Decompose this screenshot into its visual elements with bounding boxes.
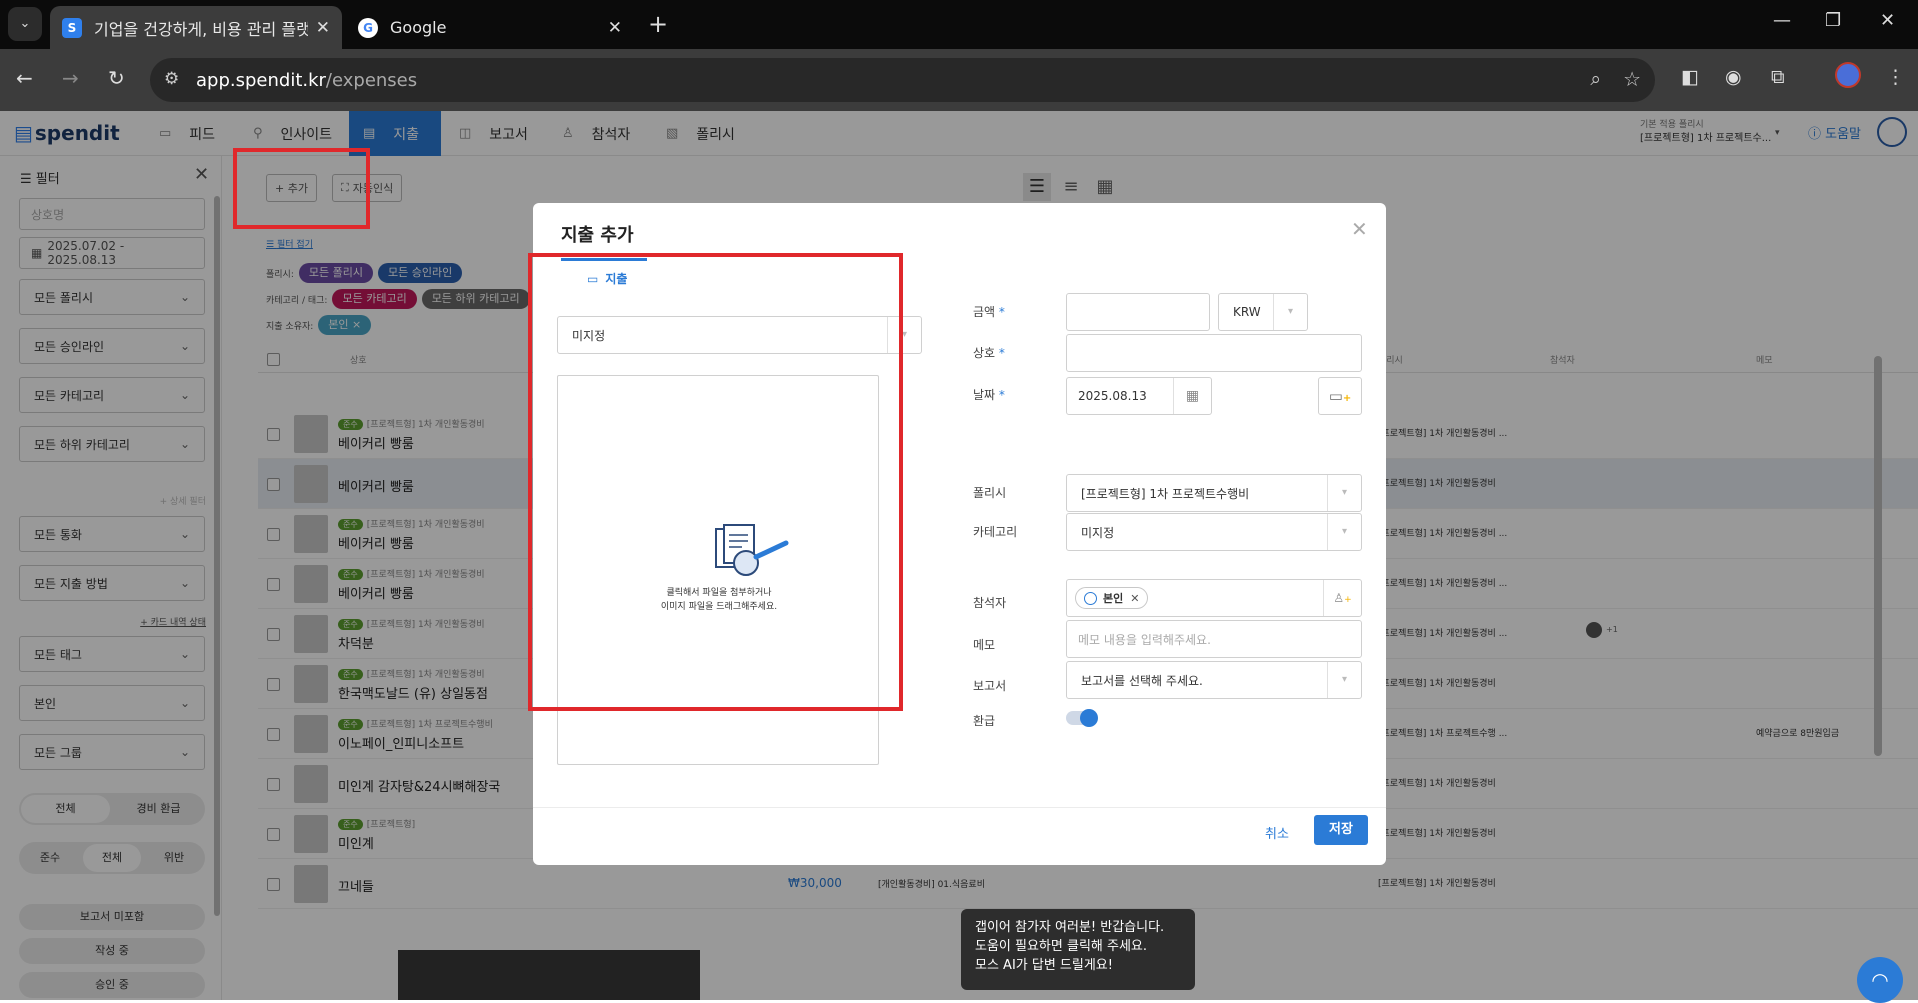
chevron-down-icon: ▾ [1327,662,1361,698]
kebab-menu-icon[interactable]: ⋮ [1886,66,1905,88]
forward-icon[interactable]: → [62,66,79,90]
url-path: /expenses [325,69,418,91]
zoom-icon[interactable]: ⌕ [1590,68,1601,90]
add-attendee-icon[interactable]: ♙+ [1323,580,1361,616]
browser-toolbar: ← → ↻ ⚙ app.spendit.kr/expenses ⌕ ☆ ◧ ◉ … [0,49,1918,111]
chat-icon[interactable]: ◠ [1857,957,1903,1003]
policy-label: 폴리시 [973,486,1007,500]
reload-icon[interactable]: ↻ [108,66,125,90]
category-value: 미지정 [1081,525,1115,540]
person-icon [1084,591,1097,605]
spendit-favicon-icon: S [62,17,82,38]
browser-tab-google[interactable]: G Google ✕ [346,6,634,49]
close-window-icon[interactable]: ✕ [1880,10,1895,31]
policy-value: [프로젝트형] 1차 프로젝트수행비 [1081,486,1250,501]
attendee-chip[interactable]: 본인 ✕ [1075,587,1149,609]
calendar-icon[interactable]: ▦ [1173,378,1211,414]
tab-search-button[interactable]: ⌄ [8,7,42,41]
back-icon[interactable]: ← [16,66,33,90]
policy-select[interactable]: [프로젝트형] 1차 프로젝트수행비 ▾ [1066,474,1362,512]
chevron-down-icon: ▾ [1327,475,1361,511]
amount-input[interactable] [1066,293,1210,331]
merchant-input[interactable] [1066,334,1362,372]
merchant-label: 상호 * [973,346,1005,360]
highlight-box-receipt [528,253,903,711]
tab-title: Google [390,18,447,37]
memo-label: 메모 [973,638,996,652]
address-bar[interactable]: ⚙ app.spendit.kr/expenses ⌕ ☆ [150,58,1655,102]
attendee-input[interactable]: 본인 ✕ ♙+ [1066,579,1362,617]
chevron-down-icon: ▾ [1327,514,1361,550]
refund-label: 환급 [973,714,996,728]
google-favicon-icon: G [358,17,378,38]
toggle-knob [1080,709,1098,727]
highlight-box-add [233,148,370,229]
browser-tab-spendit[interactable]: S 기업을 건강하게, 비용 관리 플랫폼 ✕ [50,6,342,49]
close-tab-icon[interactable]: ✕ [316,18,330,38]
save-button[interactable]: 저장 [1314,815,1368,845]
attendee-chip-label: 본인 [1103,592,1124,605]
amount-label: 금액 * [973,305,1005,319]
report-select[interactable]: 보고서를 선택해 주세요. ▾ [1066,661,1362,699]
label-text: 상호 [973,346,996,360]
cancel-button[interactable]: 취소 [1265,823,1289,842]
profile-avatar[interactable] [1835,62,1861,88]
toast-line: 도움이 필요하면 클릭해 주세요. [975,939,1148,954]
attendee-label: 참석자 [973,596,1007,610]
category-label: 카테고리 [973,525,1018,539]
currency-value: KRW [1233,305,1261,319]
date-value: 2025.08.13 [1078,389,1147,403]
toast-line: 모스 AI가 답변 드릴게요! [975,958,1113,973]
currency-select[interactable]: KRW ▾ [1218,293,1308,331]
url-host: app.spendit.kr [196,69,326,91]
bottom-banner [398,950,700,1000]
bookmark-star-icon[interactable]: ☆ [1623,67,1641,91]
add-expense-modal: 지출 추가 ✕ ▭ 지출 미지정 ▾ 클릭해서 파일을 첨부하거나 이미지 파일을… [528,203,1386,865]
report-value: 보고서를 선택해 주세요. [1081,673,1203,688]
modal-title: 지출 추가 [561,225,634,246]
close-icon[interactable]: ✕ [1351,217,1368,241]
close-tab-icon[interactable]: ✕ [608,18,622,38]
date-label: 날짜 * [973,388,1005,402]
toast-line: 갭이어 참가자 여러분! 반갑습니다. [975,920,1165,935]
remove-icon[interactable]: ✕ [1130,592,1139,605]
date-input[interactable]: 2025.08.13 ▦ [1066,377,1212,415]
chat-welcome-toast[interactable]: 갭이어 참가자 여러분! 반갑습니다. 도움이 필요하면 클릭해 주세요. 모스… [961,909,1195,990]
label-text: 날짜 [973,388,996,402]
label-text: 금액 [973,305,996,319]
add-date-icon[interactable]: ▭+ [1318,377,1362,415]
report-label: 보고서 [973,679,1007,693]
category-select[interactable]: 미지정 ▾ [1066,513,1362,551]
browser-tab-strip: ⌄ S 기업을 건강하게, 비용 관리 플랫폼 ✕ G Google ✕ + —… [0,0,1918,49]
extensions-puzzle-icon[interactable]: ⧉ [1771,66,1785,88]
extension-icon[interactable]: ◧ [1681,66,1699,88]
minimize-icon[interactable]: — [1773,10,1791,31]
modal-footer-divider [533,807,1386,808]
refund-toggle[interactable] [1066,709,1098,727]
restore-icon[interactable]: ❐ [1825,10,1841,31]
memo-input[interactable]: 메모 내용을 입력해주세요. [1066,620,1362,658]
tab-title: 기업을 건강하게, 비용 관리 플랫폼 [94,19,308,39]
chevron-down-icon: ▾ [1273,294,1307,330]
camera-extension-icon[interactable]: ◉ [1725,66,1742,88]
new-tab-icon[interactable]: + [648,10,668,38]
site-info-icon[interactable]: ⚙ [164,69,179,89]
